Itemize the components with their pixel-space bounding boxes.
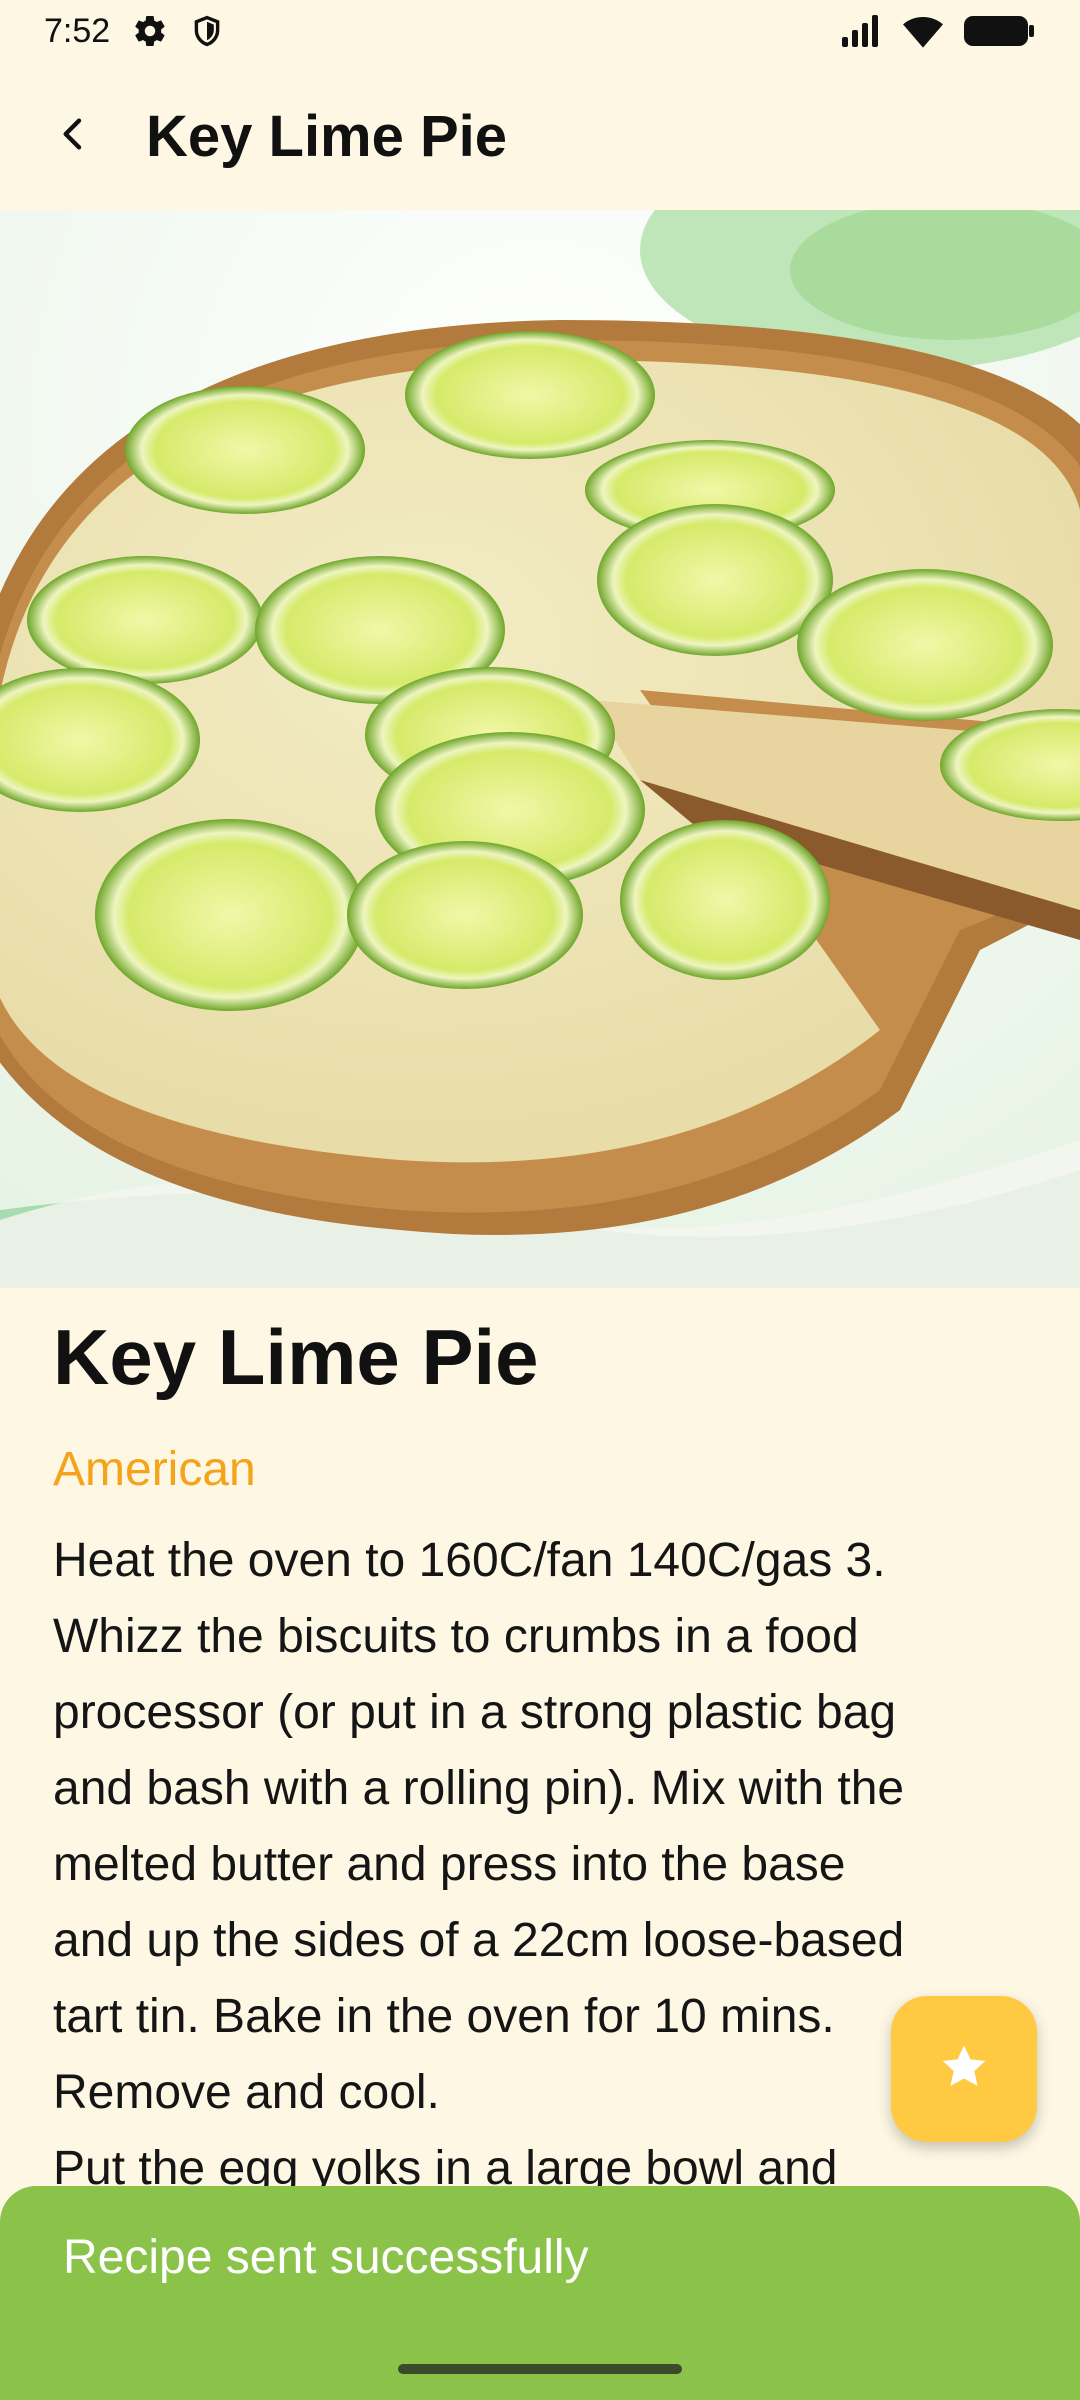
favorite-button[interactable]	[891, 1996, 1037, 2142]
recipe-content: Key Lime Pie American Heat the oven to 1…	[53, 1318, 1033, 2207]
home-indicator[interactable]	[398, 2364, 682, 2374]
recipe-instructions: Heat the oven to 160C/fan 140C/gas 3. Wh…	[53, 1523, 1033, 2207]
settings-icon	[132, 13, 168, 49]
back-arrow-icon	[54, 114, 94, 159]
status-time: 7:52	[44, 11, 111, 50]
wifi-icon	[902, 13, 944, 49]
recipe-title: Key Lime Pie	[53, 1313, 539, 1401]
instructions-line: Remove and cool.	[53, 2066, 440, 2119]
signal-icon	[840, 13, 884, 49]
instructions-line: melted butter and press into the base	[53, 1838, 846, 1891]
app-bar: Key Lime Pie	[0, 62, 1080, 210]
instructions-line: tart tin. Bake in the oven for 10 mins.	[53, 1990, 835, 2043]
battery-icon	[962, 13, 1036, 49]
key-lime-pie-photo	[0, 210, 1080, 1288]
instructions-line: Whizz the biscuits to crumbs in a food	[53, 1610, 859, 1663]
shield-icon	[190, 13, 224, 49]
instructions-line: Heat the oven to 160C/fan 140C/gas 3.	[53, 1534, 886, 1587]
back-button[interactable]	[14, 76, 134, 196]
snackbar-message: Recipe sent successfully	[63, 2231, 589, 2284]
recipe-cuisine: American	[53, 1443, 256, 1496]
star-icon	[937, 2040, 991, 2099]
recipe-hero-image	[0, 210, 1080, 1288]
instructions-line: and bash with a rolling pin). Mix with t…	[53, 1762, 905, 1815]
instructions-line: and up the sides of a 22cm loose-based	[53, 1914, 905, 1967]
instructions-line: processor (or put in a strong plastic ba…	[53, 1686, 897, 1739]
app-bar-title: Key Lime Pie	[146, 103, 508, 169]
snackbar: Recipe sent successfully	[0, 2186, 1080, 2400]
status-bar: 7:52	[0, 0, 1080, 62]
